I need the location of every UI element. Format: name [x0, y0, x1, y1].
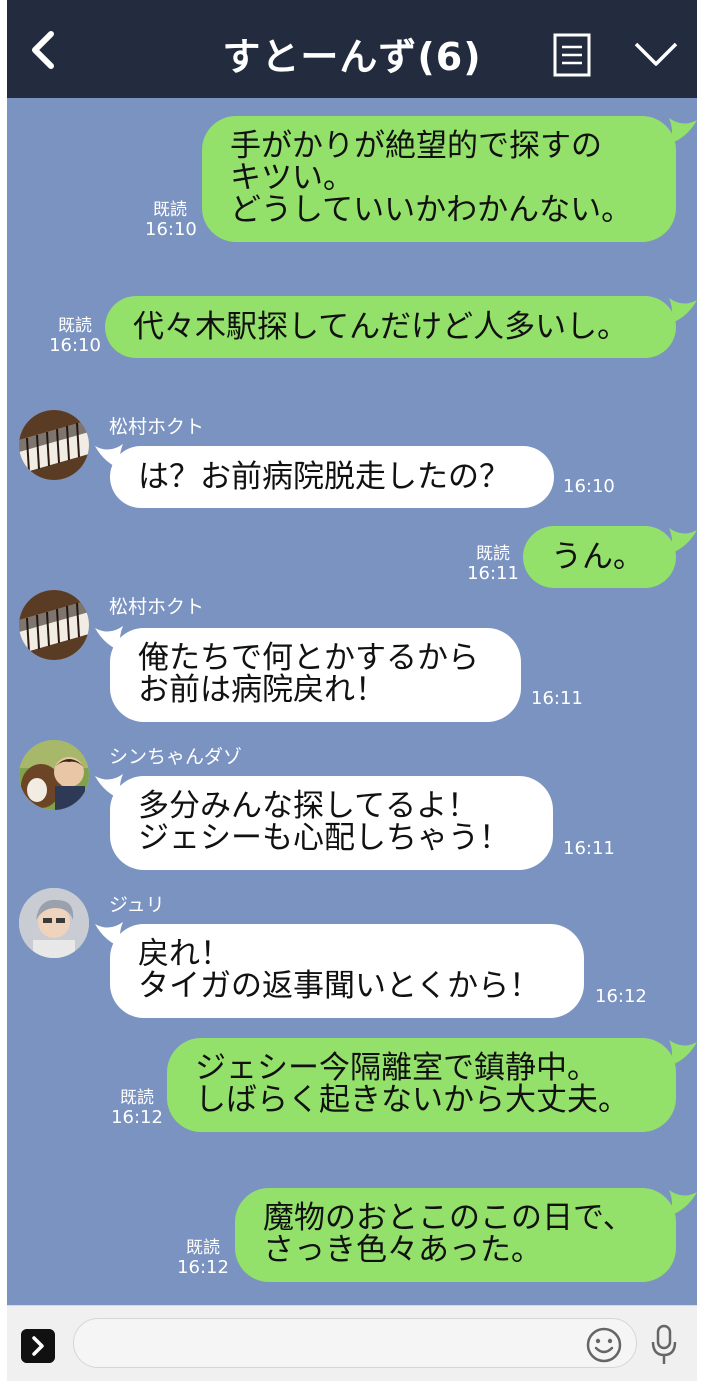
message-bubble-sent[interactable]: うん。 [523, 526, 676, 588]
message-time: 16:10 [563, 476, 615, 497]
message-bubble-sent[interactable]: ジェシー今隔離室で鎮静中。 しばらく起きないから大丈夫。 [167, 1038, 676, 1132]
message-line: どうしていいかわかんない。 [230, 192, 633, 228]
message-meta: 既読 16:12 [175, 1238, 231, 1278]
dog-photo-avatar [19, 740, 89, 810]
message-bubble-received[interactable]: は？お前病院脱走したの？ [110, 446, 554, 508]
microphone-icon[interactable] [649, 1324, 679, 1366]
message-line: うん。 [551, 539, 644, 575]
message-line: タイガの返事聞いとくから！ [138, 968, 541, 1004]
message-line: 俺たちで何とかするから [138, 640, 479, 676]
avatar[interactable] [19, 590, 89, 660]
emoji-icon[interactable] [585, 1326, 623, 1364]
chat-title: すとーんず(6) [222, 35, 482, 79]
expand-arrow-icon[interactable] [21, 1329, 55, 1363]
person-photo-avatar [19, 888, 89, 958]
bubble-tail [669, 528, 697, 554]
message-time: 16:11 [467, 563, 519, 584]
message-line: 多分みんな探してるよ！ [138, 788, 479, 824]
message-line: お前は病院戻れ！ [138, 672, 386, 708]
bubble-tail [669, 298, 697, 324]
message-line: ジェシーも心配しちゃう！ [138, 820, 510, 856]
message-time: 16:12 [177, 1257, 229, 1278]
message-meta: 既読 16:10 [145, 200, 197, 240]
message-time: 16:11 [563, 838, 615, 859]
message-bubble-received[interactable]: 俺たちで何とかするから お前は病院戻れ！ [110, 628, 521, 722]
message-line: 代々木駅探してんだけど人多いし。 [133, 309, 629, 345]
message-list[interactable]: 手がかりが絶望的で探すの キツい。 どうしていいかわかんない。 既読 16:10… [7, 98, 697, 1305]
read-receipt: 既読 [153, 200, 187, 220]
sender-name: ジュリ [109, 894, 165, 916]
chevron-down-icon[interactable] [633, 38, 679, 70]
piano-keys-avatar [19, 410, 89, 480]
sender-name: 松村ホクト [109, 416, 205, 438]
message-bubble-received[interactable]: 戻れ！ タイガの返事聞いとくから！ [110, 924, 584, 1018]
sender-name: シンちゃんダゾ [109, 746, 243, 768]
chat-header: すとーんず(6) [7, 0, 697, 98]
message-bubble-sent[interactable]: 代々木駅探してんだけど人多いし。 [105, 296, 676, 358]
message-time: 16:11 [531, 688, 583, 709]
message-bubble-sent[interactable]: 魔物のおとこのこの日で、 さっき色々あった。 [235, 1188, 676, 1282]
message-line: 戻れ！ [138, 936, 231, 972]
message-line: しばらく起きないから大丈夫。 [195, 1082, 629, 1118]
message-meta: 既読 16:10 [47, 316, 103, 356]
message-line: は？お前病院脱走したの？ [138, 459, 510, 495]
message-time: 16:10 [49, 335, 101, 356]
read-receipt: 既読 [186, 1238, 220, 1258]
read-receipt: 既読 [58, 316, 92, 336]
message-bubble-sent[interactable]: 手がかりが絶望的で探すの キツい。 どうしていいかわかんない。 [202, 116, 676, 242]
avatar[interactable] [19, 740, 89, 810]
piano-keys-avatar [19, 590, 89, 660]
read-receipt: 既読 [120, 1088, 154, 1108]
message-meta: 既読 16:12 [109, 1088, 165, 1128]
message-line: さっき色々あった。 [263, 1232, 542, 1268]
sender-name: 松村ホクト [109, 596, 205, 618]
message-line: ジェシー今隔離室で鎮静中。 [195, 1050, 598, 1086]
message-input-bar [7, 1305, 697, 1381]
message-bubble-received[interactable]: 多分みんな探してるよ！ ジェシーも心配しちゃう！ [110, 776, 553, 870]
message-line: 魔物のおとこのこの日で、 [263, 1200, 634, 1236]
bubble-tail [669, 118, 697, 144]
message-line: キツい。 [230, 160, 354, 196]
message-time: 16:10 [145, 219, 197, 240]
bubble-tail [669, 1190, 697, 1216]
read-receipt: 既読 [476, 544, 510, 564]
message-time: 16:12 [595, 986, 647, 1007]
menu-list-icon[interactable] [553, 33, 593, 77]
message-meta: 既読 16:11 [467, 544, 519, 584]
avatar[interactable] [19, 888, 89, 958]
chat-screen: すとーんず(6) 手がかりが絶望的で探すの キツい。 どうしていいかわかんない。… [7, 0, 697, 1381]
avatar[interactable] [19, 410, 89, 480]
message-input[interactable] [73, 1318, 637, 1368]
bubble-tail [669, 1040, 697, 1066]
message-time: 16:12 [111, 1107, 163, 1128]
message-line: 手がかりが絶望的で探すの [230, 128, 602, 164]
